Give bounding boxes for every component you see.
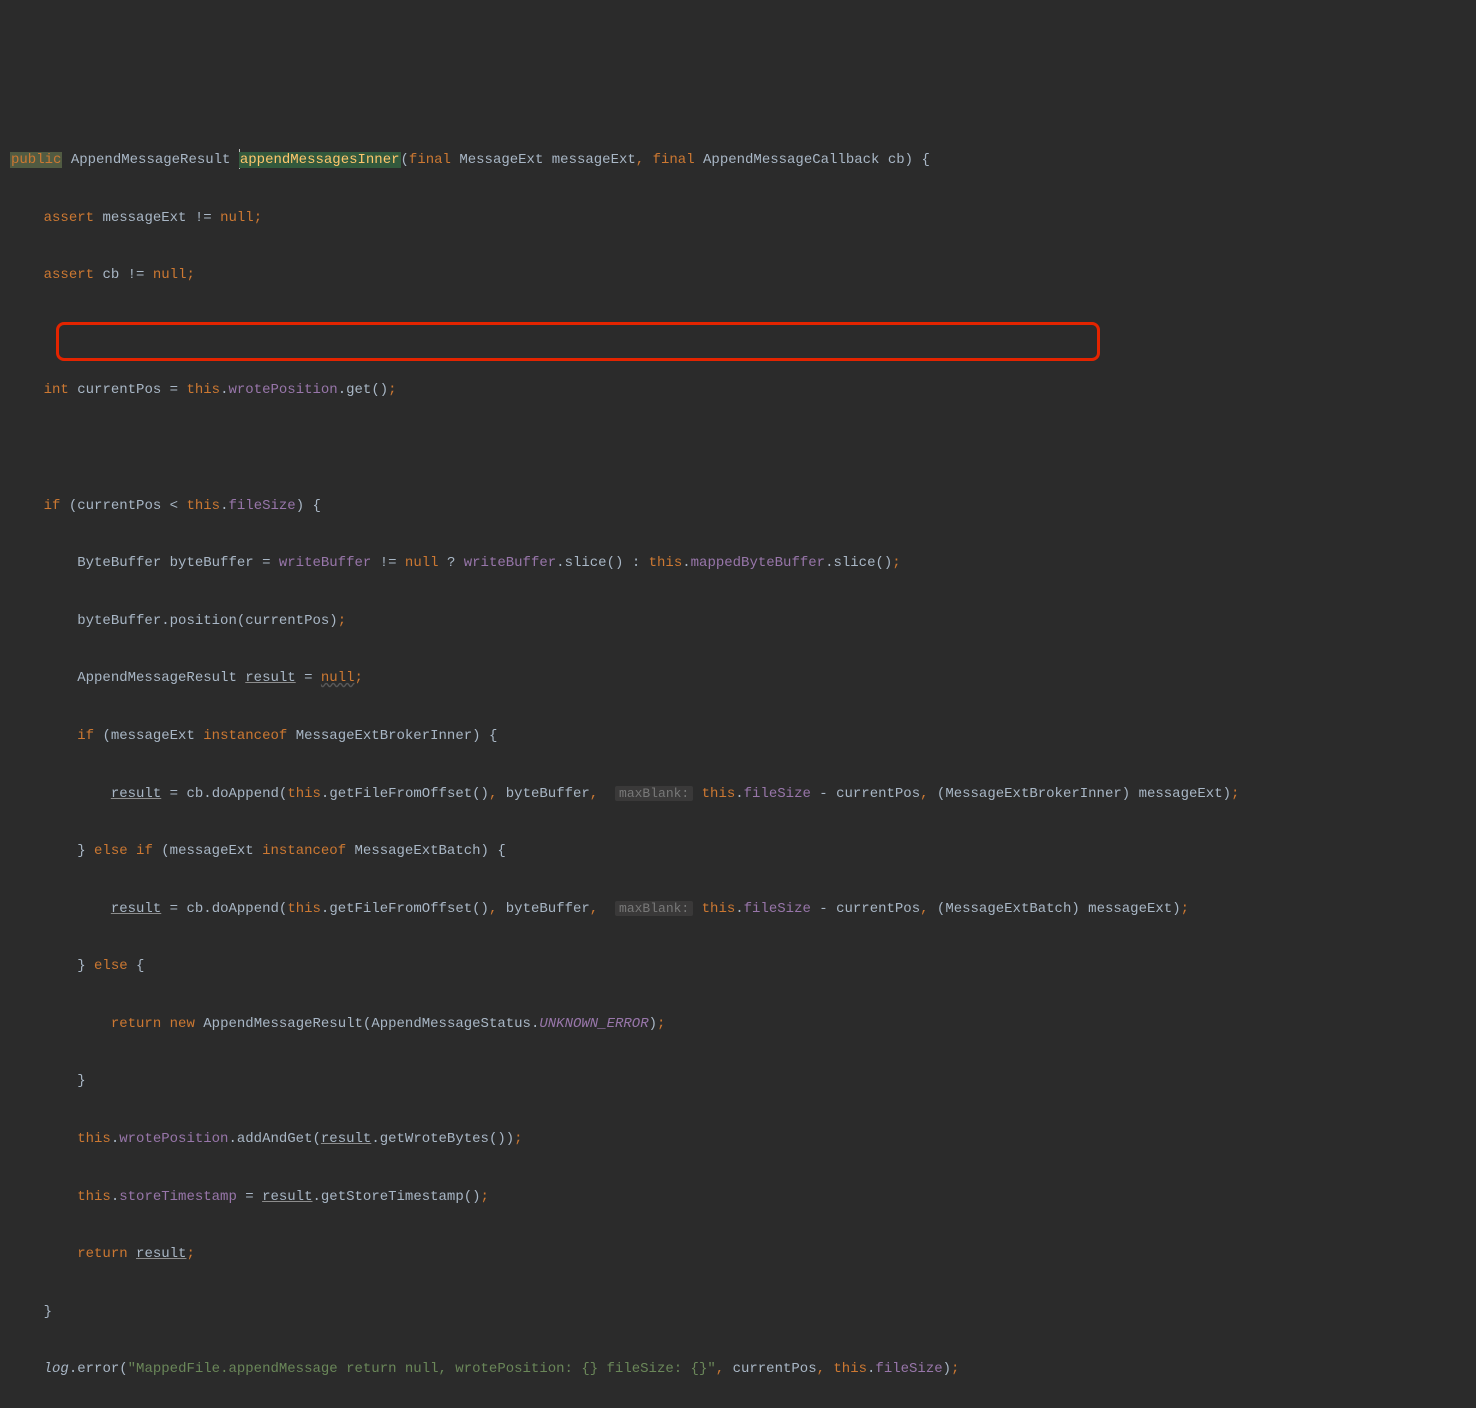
code-line: } [0,1067,1476,1096]
code-line: ByteBuffer byteBuffer = writeBuffer != n… [0,549,1476,578]
code-line: byteBuffer.position(currentPos); [0,607,1476,636]
keyword-public: public [10,152,62,168]
method-name: appendMessagesInner [239,152,401,168]
code-line: result = cb.doAppend(this.getFileFromOff… [0,780,1476,809]
code-line: int currentPos = this.wrotePosition.get(… [0,376,1476,405]
code-line: if (currentPos < this.fileSize) { [0,492,1476,521]
code-line: this.wrotePosition.addAndGet(result.getW… [0,1125,1476,1154]
code-line: assert cb != null; [0,261,1476,290]
code-line: if (messageExt instanceof MessageExtBrok… [0,722,1476,751]
code-line: AppendMessageResult result = null; [0,664,1476,693]
code-line: } else if (messageExt instanceof Message… [0,837,1476,866]
param-hint: maxBlank: [615,786,693,801]
code-line: this.storeTimestamp = result.getStoreTim… [0,1183,1476,1212]
code-line: public AppendMessageResult appendMessage… [0,146,1476,175]
code-line: return result; [0,1240,1476,1269]
code-line: } [0,1298,1476,1327]
code-line: } else { [0,952,1476,981]
code-line: assert messageExt != null; [0,204,1476,233]
code-line [0,434,1476,463]
code-line [0,319,1476,348]
code-line: return new AppendMessageResult(AppendMes… [0,1010,1476,1039]
param-hint: maxBlank: [615,901,693,916]
code-line: log.error("MappedFile.appendMessage retu… [0,1355,1476,1384]
code-editor[interactable]: public AppendMessageResult appendMessage… [0,117,1476,1408]
code-line: result = cb.doAppend(this.getFileFromOff… [0,895,1476,924]
